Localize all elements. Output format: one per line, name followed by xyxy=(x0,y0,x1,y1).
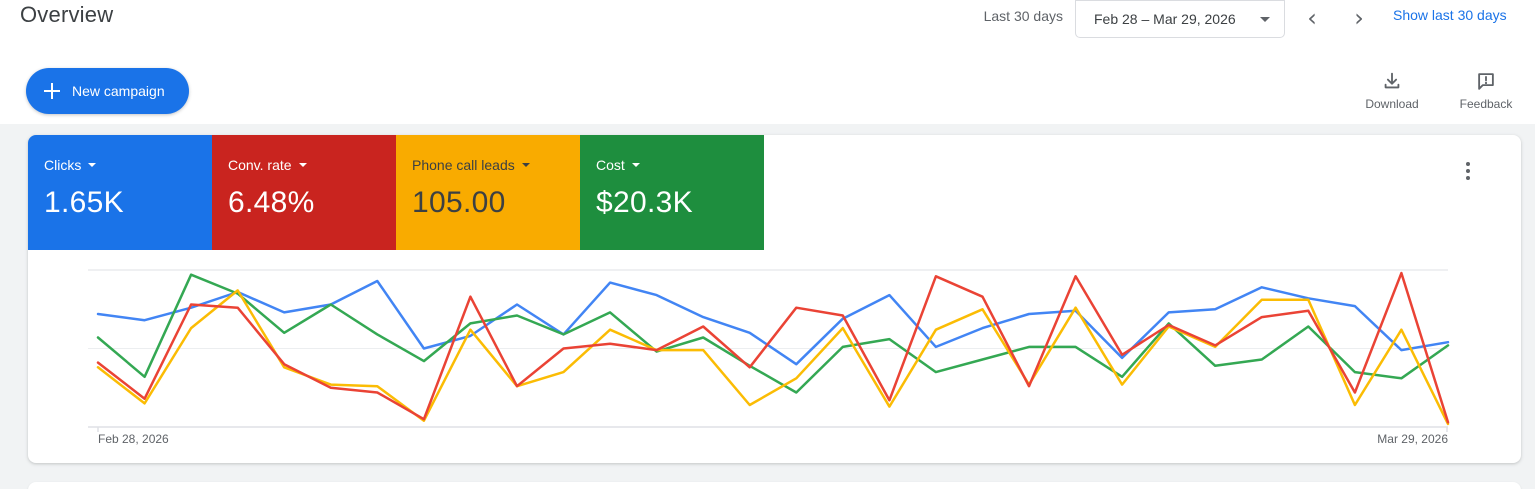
date-range-value: Feb 28 – Mar 29, 2026 xyxy=(1094,11,1236,27)
new-campaign-label: New campaign xyxy=(72,83,165,99)
scorecard-metric-value: 105.00 xyxy=(412,186,506,219)
card-more-options-button[interactable] xyxy=(1450,153,1486,189)
download-button[interactable]: Download xyxy=(1357,70,1427,111)
feedback-button[interactable]: Feedback xyxy=(1451,70,1521,111)
plus-icon xyxy=(44,83,60,99)
chevron-down-icon[interactable] xyxy=(631,163,640,167)
scorecard-metric-value: 1.65K xyxy=(44,186,124,219)
download-icon xyxy=(1384,72,1400,89)
feedback-icon xyxy=(1478,73,1494,90)
scorecard-cost[interactable]: Cost $20.3K xyxy=(580,135,764,250)
previous-period-button[interactable]: ‹ xyxy=(1295,1,1329,35)
feedback-label: Feedback xyxy=(1459,97,1513,111)
scorecard-conv-rate[interactable]: Conv. rate 6.48% xyxy=(212,135,396,250)
performance-line-chart[interactable] xyxy=(28,255,1521,455)
date-range-picker[interactable]: Feb 28 – Mar 29, 2026 xyxy=(1075,0,1285,38)
chevron-down-icon xyxy=(1260,16,1270,22)
scorecard-metric-value: 6.48% xyxy=(228,186,315,219)
new-campaign-button[interactable]: New campaign xyxy=(26,68,189,114)
date-range-preset-label: Last 30 days xyxy=(983,8,1063,24)
page-title: Overview xyxy=(20,2,114,27)
scorecard-clicks[interactable]: Clicks 1.65K xyxy=(28,135,212,250)
scorecard-metric-label: Conv. rate xyxy=(228,157,292,173)
kebab-menu-icon xyxy=(1466,162,1470,166)
x-axis-start-label: Feb 28, 2026 xyxy=(98,432,169,446)
scorecard-metric-label: Clicks xyxy=(44,157,82,173)
next-section-card xyxy=(28,482,1521,489)
chevron-down-icon[interactable] xyxy=(521,163,530,167)
next-period-button[interactable]: › xyxy=(1342,1,1376,35)
google-ads-overview-screen: Overview Last 30 days Feb 28 – Mar 29, 2… xyxy=(0,0,1535,489)
scorecard-metric-value: $20.3K xyxy=(596,186,693,219)
scorecard-metric-label: Cost xyxy=(596,157,625,173)
download-label: Download xyxy=(1365,97,1419,111)
show-last-30-days-link[interactable]: Show last 30 days xyxy=(1393,7,1507,23)
scorecard-metric-label: Phone call leads xyxy=(412,157,515,173)
chevron-down-icon[interactable] xyxy=(298,163,307,167)
x-axis-end-label: Mar 29, 2026 xyxy=(1377,432,1448,446)
chevron-down-icon[interactable] xyxy=(88,163,97,167)
scorecard-row: Clicks 1.65K Conv. rate 6.48% Phone call… xyxy=(28,135,764,250)
scorecard-phone-call-leads[interactable]: Phone call leads 105.00 xyxy=(396,135,580,250)
